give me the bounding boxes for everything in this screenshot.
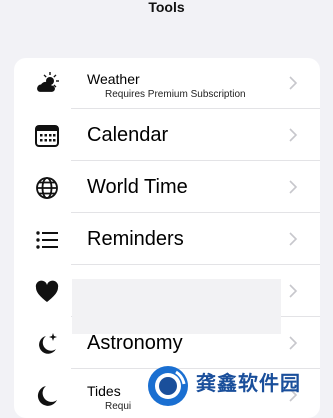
tides-label: Tides: [87, 383, 121, 399]
list-item-world-time[interactable]: World Time: [14, 162, 320, 213]
reminders-label: Reminders: [87, 228, 184, 250]
list-item-reminders[interactable]: Reminders: [14, 214, 320, 265]
chevron-right-icon: [289, 232, 298, 246]
weather-icon: [37, 72, 59, 92]
weather-label: Weather: [87, 71, 140, 87]
weather-subtitle: Requires Premium Subscription: [105, 89, 246, 100]
calendar-icon: [35, 125, 59, 147]
chevron-right-icon: [289, 336, 298, 350]
heart-icon: [35, 280, 59, 302]
redacted-area: [72, 279, 281, 334]
chevron-right-icon: [289, 128, 298, 142]
world-time-label: World Time: [87, 176, 188, 198]
watermark: 龚鑫软件园: [140, 360, 333, 412]
chevron-right-icon: [289, 180, 298, 194]
chevron-right-icon: [289, 76, 298, 90]
chevron-right-icon: [289, 284, 298, 298]
list-item-calendar[interactable]: Calendar: [14, 110, 320, 161]
globe-icon: [36, 177, 58, 199]
calendar-label: Calendar: [87, 124, 169, 146]
tides-subtitle: Requi: [105, 401, 132, 412]
list-icon: [36, 231, 58, 249]
moon-stars-icon: [39, 333, 57, 354]
astronomy-label: Astronomy: [87, 332, 183, 354]
watermark-logo-icon: [148, 366, 188, 406]
list-item-weather[interactable]: Weather Requires Premium Subscription: [14, 58, 320, 109]
watermark-text: 龚鑫软件园: [196, 373, 301, 395]
page-title: Tools: [148, 0, 185, 15]
moon-icon: [37, 386, 57, 406]
